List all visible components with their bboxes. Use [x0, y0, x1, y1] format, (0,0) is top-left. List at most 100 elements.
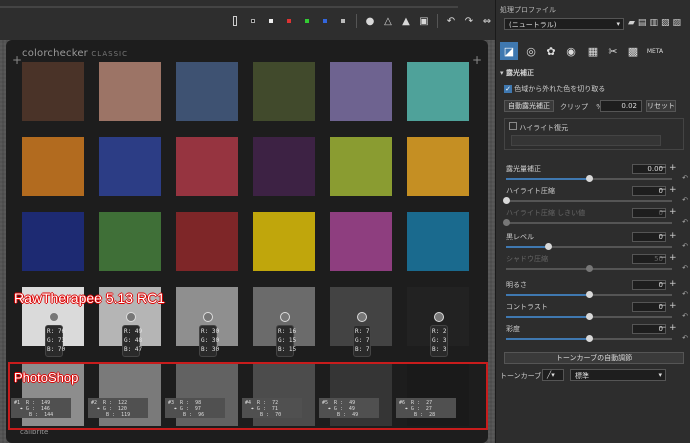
slider-track[interactable]	[503, 197, 672, 204]
reset-icon[interactable]: ↶	[682, 290, 688, 298]
slider-knob[interactable]	[503, 219, 510, 226]
toolbar-separator	[437, 14, 438, 28]
slider-track[interactable]	[503, 219, 672, 226]
luminance-square-icon[interactable]	[336, 14, 350, 28]
color-swatch	[253, 212, 315, 271]
green-square-icon[interactable]	[300, 14, 314, 28]
copy-icon[interactable]: ▧	[661, 18, 670, 28]
warning-low-icon[interactable]: △	[381, 14, 395, 28]
plus-icon[interactable]: +	[669, 208, 677, 217]
reset-icon[interactable]: ↶	[682, 174, 688, 182]
sample-point-icon[interactable]	[280, 312, 290, 322]
slider-track[interactable]	[506, 175, 672, 182]
checkbox-icon[interactable]	[509, 122, 517, 130]
auto-exposure-button[interactable]: 自動露光補正	[504, 100, 554, 112]
plus-icon[interactable]: +	[669, 186, 677, 195]
reset-icon[interactable]: ↶	[682, 218, 688, 226]
tab-local[interactable]: ◉	[562, 42, 580, 60]
rotate-right-icon[interactable]: ↷	[462, 14, 476, 28]
slider-knob[interactable]	[586, 175, 593, 182]
rotate-left-icon[interactable]: ↶	[444, 14, 458, 28]
checkbox-checked-icon[interactable]: ✓	[504, 85, 512, 93]
folder-open-icon[interactable]: ▰	[628, 18, 635, 28]
plus-icon[interactable]: +	[669, 280, 677, 289]
clip-checkbox[interactable]: ✓ 色域から外れた色を切り取る	[504, 84, 686, 94]
sample-point-icon[interactable]	[434, 312, 444, 322]
auto-tone-curve-button[interactable]: トーンカーブの自動調節	[504, 352, 684, 364]
slider-knob[interactable]	[544, 243, 552, 250]
plus-icon[interactable]: +	[669, 164, 677, 173]
slider-track[interactable]	[506, 313, 672, 320]
slider-track[interactable]	[506, 335, 672, 342]
plus-icon[interactable]: +	[669, 302, 677, 311]
focus-icon[interactable]: ▣	[417, 14, 431, 28]
minus-icon[interactable]: −	[659, 208, 667, 217]
minus-icon[interactable]: −	[659, 164, 667, 173]
rt-sample-readout: R: 76 G: 73 B: 70	[45, 325, 65, 357]
sample-point-icon[interactable]	[126, 312, 136, 322]
minus-icon[interactable]: −	[659, 280, 667, 289]
rt-readout-r: R: 7	[355, 328, 370, 335]
section-exposure-label: 露光補正	[505, 69, 534, 77]
slider-knob[interactable]	[586, 313, 593, 320]
slider-knob[interactable]	[586, 335, 593, 342]
color-swatch	[176, 212, 238, 271]
toolbar-separator	[356, 14, 357, 28]
save-as-icon[interactable]: ▥	[649, 18, 658, 28]
section-exposure[interactable]: ▾ 露光補正	[500, 68, 686, 78]
slider-track[interactable]	[506, 243, 672, 250]
tab-raw[interactable]: ▩	[624, 42, 642, 60]
reset-icon[interactable]: ↶	[682, 334, 688, 342]
tab-transform[interactable]: ✂	[604, 42, 622, 60]
blue-square-icon[interactable]	[318, 14, 332, 28]
tab-exposure[interactable]: ◪	[500, 42, 518, 60]
reset-icon[interactable]: ↶	[682, 196, 688, 204]
tab-meta[interactable]: META	[646, 42, 664, 60]
sample-point-icon[interactable]	[357, 312, 367, 322]
rt-readout-r: R: 30	[201, 328, 220, 335]
red-square-icon[interactable]	[282, 14, 296, 28]
profile-dropdown[interactable]: (ニュートラル) ▾	[504, 18, 624, 30]
minus-icon[interactable]: −	[659, 302, 667, 311]
reset-icon[interactable]: ↶	[682, 312, 688, 320]
reset-icon[interactable]: ↶	[682, 242, 688, 250]
black-square-icon[interactable]	[246, 14, 260, 28]
bullet-icon[interactable]: ●	[363, 14, 377, 28]
rt-sample-readout: R: 2 G: 3 B: 3	[430, 325, 448, 357]
minus-icon[interactable]: −	[659, 254, 667, 263]
minus-icon[interactable]: −	[659, 324, 667, 333]
highlight-restore-checkbox[interactable]: ハイライト復元	[509, 122, 679, 133]
clip-value-input[interactable]: 0.02	[600, 100, 642, 112]
histogram-icon[interactable]	[228, 14, 242, 28]
plus-icon[interactable]: +	[669, 232, 677, 241]
plus-icon[interactable]: +	[669, 254, 677, 263]
sample-point-icon[interactable]	[49, 312, 59, 322]
image-preview[interactable]: colorchecker CLASSIC + + R: 76 G: 73 B: 70…	[0, 0, 495, 443]
slider-knob[interactable]	[586, 265, 593, 272]
tab-color[interactable]: ✿	[542, 42, 560, 60]
minus-icon[interactable]: −	[659, 186, 667, 195]
tab-advanced[interactable]: ▦	[584, 42, 602, 60]
curve-type-dropdown[interactable]: ╱▾	[542, 369, 564, 381]
warning-high-icon[interactable]: ▲	[399, 14, 413, 28]
minus-icon[interactable]: −	[659, 232, 667, 241]
sample-point-icon[interactable]	[203, 312, 213, 322]
slider-track[interactable]	[506, 265, 672, 272]
curve-mode-dropdown[interactable]: 標準 ▾	[570, 369, 666, 381]
reset-button[interactable]: リセット	[646, 100, 676, 112]
white-square-icon[interactable]	[264, 14, 278, 28]
color-swatch	[407, 62, 469, 121]
flip-h-icon[interactable]: ⇔	[480, 14, 494, 28]
tone-curve-label: トーンカーブ1	[500, 372, 546, 380]
color-swatch	[99, 212, 161, 271]
slider-knob[interactable]	[586, 291, 593, 298]
highlight-method-dropdown[interactable]	[511, 135, 661, 146]
slider-knob[interactable]	[503, 197, 510, 204]
reset-icon[interactable]: ↶	[682, 264, 688, 272]
curve-mode-value: 標準	[575, 372, 589, 380]
tab-detail[interactable]: ◎	[522, 42, 540, 60]
paste-icon[interactable]: ▨	[672, 18, 681, 28]
save-icon[interactable]: ▤	[638, 18, 647, 28]
plus-icon[interactable]: +	[669, 324, 677, 333]
slider-track[interactable]	[506, 291, 672, 298]
